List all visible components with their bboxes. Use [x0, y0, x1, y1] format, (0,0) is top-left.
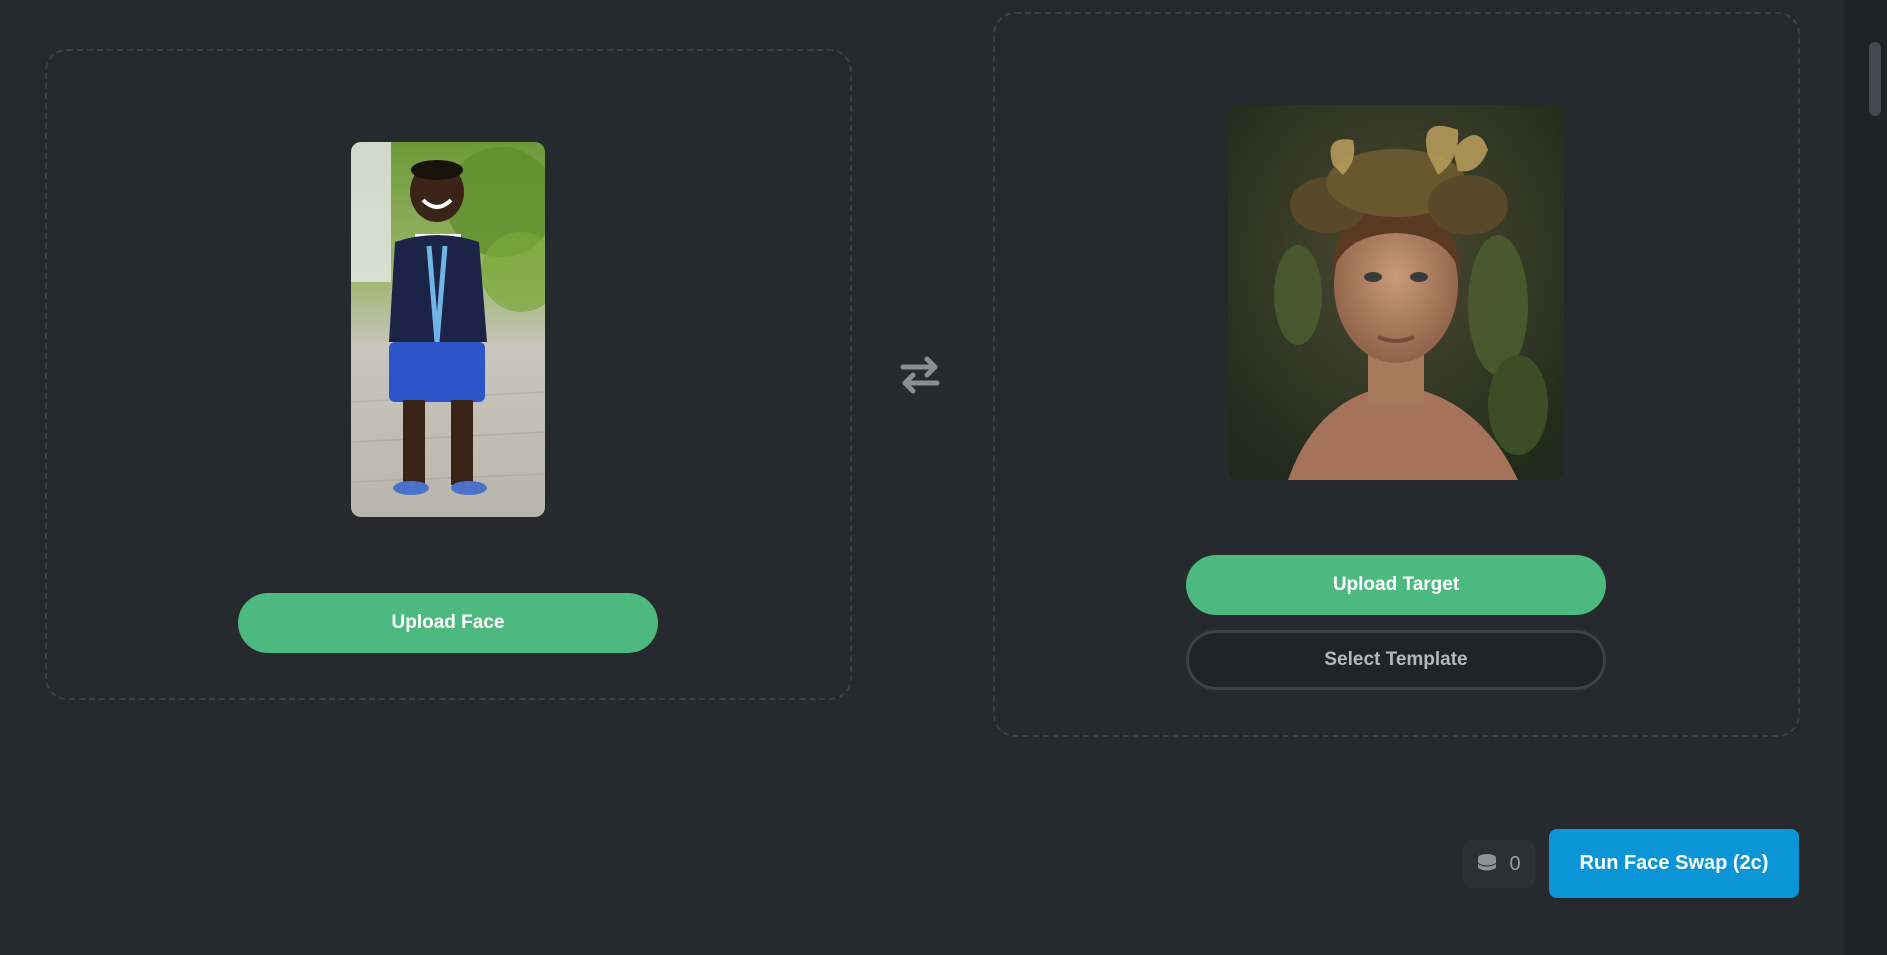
arrows-swap-icon[interactable] [897, 350, 943, 398]
target-image [1228, 105, 1564, 480]
credits-count: 0 [1509, 852, 1521, 875]
upload-face-button[interactable]: Upload Face [238, 593, 658, 653]
face-image [351, 142, 545, 517]
face-swap-page: Upload Face Upload Target Select Templat… [0, 0, 1887, 955]
coins-stack-icon [1478, 854, 1497, 871]
upload-target-button[interactable]: Upload Target [1186, 555, 1606, 615]
select-template-button[interactable]: Select Template [1186, 630, 1606, 690]
scrollbar-track[interactable] [1845, 0, 1887, 955]
credits-badge: 0 [1463, 840, 1535, 888]
scrollbar-thumb[interactable] [1869, 42, 1881, 116]
run-face-swap-button[interactable]: Run Face Swap (2c) [1549, 829, 1799, 898]
